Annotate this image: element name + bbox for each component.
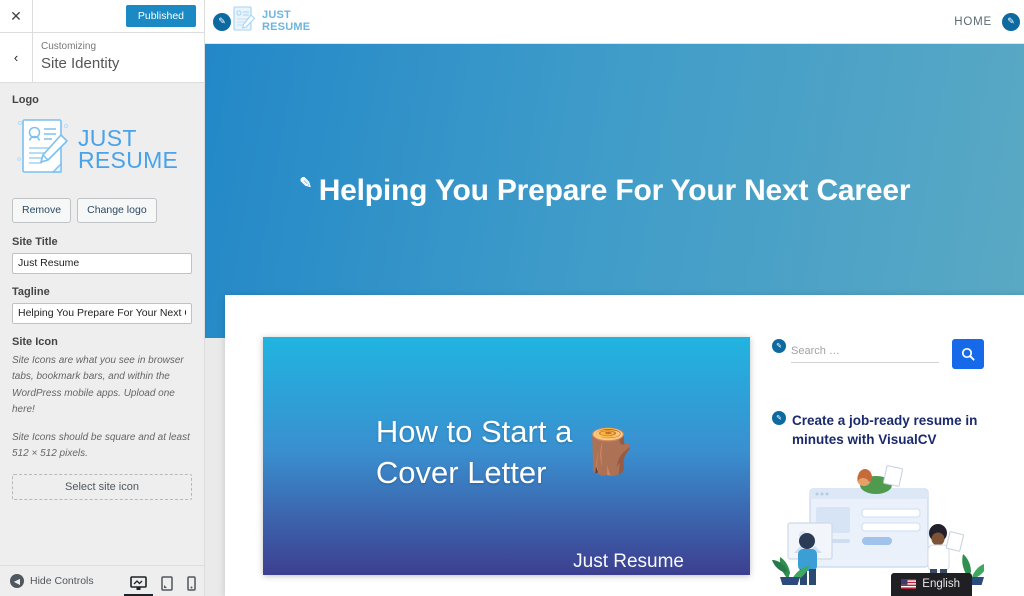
hero-headline: Helping You Prepare For Your Next Career [318, 173, 911, 207]
resume-document-icon [12, 111, 74, 188]
publish-button[interactable]: Published [125, 4, 196, 28]
customizer-panel-header: ‹ Customizing Site Identity [0, 33, 204, 83]
logo-control: Logo JUST RESUME Remove Change logo Site… [0, 83, 204, 500]
site-icon-description-1: Site Icons are what you see in browser t… [12, 354, 184, 416]
logo-label: Logo [12, 94, 39, 106]
card-inner: How to Start a Cover Letter 🪵 Just Resum… [225, 295, 1024, 588]
edit-logo-pencil-icon[interactable]: ✎ [213, 12, 231, 31]
search-input[interactable] [791, 343, 939, 363]
fire-log-emoji-icon: 🪵 [582, 428, 638, 477]
breadcrumb: Customizing [41, 41, 97, 52]
device-tablet-button[interactable] [161, 571, 173, 591]
language-label: English [922, 578, 960, 590]
tagline-control: Tagline [12, 286, 192, 324]
post-title-line-1: How to Start a [375, 414, 573, 450]
device-desktop-button[interactable] [124, 571, 153, 596]
edit-menu-pencil-icon[interactable]: ✎ [1002, 12, 1020, 31]
site-brand-wordmark: JUST RESUME [262, 8, 311, 33]
device-mobile-button[interactable] [187, 571, 196, 591]
search-icon [961, 347, 975, 361]
brand-word-just: JUST [262, 8, 291, 21]
site-navigation: HOME ✎ [954, 12, 1024, 31]
edit-promo-pencil-icon[interactable]: ✎ [772, 411, 786, 425]
site-title-input[interactable] [12, 252, 192, 274]
site-icon-control: Site Icon Site Icons are what you see in… [12, 336, 192, 500]
post-thumb-title-row: How to Start a Cover Letter 🪵 [376, 412, 637, 494]
search-input-wrapper [791, 339, 939, 363]
remove-logo-button[interactable]: Remove [12, 198, 72, 223]
widget-sidebar: ✎ ✎ Create a job-ready [772, 337, 988, 588]
logo-word-resume: RESUME [78, 146, 179, 173]
site-brand[interactable]: JUST RESUME [231, 4, 310, 39]
back-button[interactable]: ‹ [0, 33, 33, 82]
promo-widget: ✎ Create a job-ready resume in minutes w… [772, 411, 984, 449]
edit-search-pencil-icon[interactable]: ✎ [772, 339, 786, 353]
us-flag-icon [901, 579, 917, 589]
hero-section: ✎ Helping You Prepare For Your Next Care… [205, 44, 1024, 338]
tagline-label: Tagline [12, 285, 50, 298]
site-icon-description-2: Site Icons should be square and at least… [12, 431, 190, 460]
hide-controls-button[interactable]: ◀ Hide Controls [0, 574, 94, 588]
post-title-line-2: Cover Letter [375, 455, 547, 490]
page-title: Site Identity [41, 55, 120, 72]
promo-illustration [772, 461, 988, 588]
search-widget: ✎ [772, 339, 984, 369]
customizer-screen: ✕ Published ‹ Customizing Site Identity … [0, 0, 1024, 596]
hide-controls-label: Hide Controls [30, 575, 94, 587]
logo-preview: JUST RESUME [12, 111, 192, 188]
logo-wordmark: JUST RESUME [78, 126, 179, 173]
panel-header-text: Customizing Site Identity [33, 33, 119, 82]
language-selector[interactable]: English [891, 573, 972, 596]
edit-tagline-pencil-icon[interactable]: ✎ [297, 175, 315, 193]
tagline-input[interactable] [12, 302, 192, 324]
customizer-footer: ◀ Hide Controls [0, 565, 204, 596]
change-logo-button[interactable]: Change logo [77, 198, 157, 223]
customizer-sidebar: ✕ Published ‹ Customizing Site Identity … [0, 0, 205, 596]
nav-item-home[interactable]: HOME [954, 16, 992, 28]
content-card: How to Start a Cover Letter 🪵 Just Resum… [225, 295, 1024, 596]
site-title-label: Site Title [12, 235, 58, 248]
customizer-controls: Logo JUST RESUME Remove Change logo Site… [0, 83, 204, 565]
site-preview: ✎ JUST RESUME HOME ✎ ✎ Helping You Prepa… [205, 0, 1024, 596]
close-customizer-button[interactable]: ✕ [0, 0, 33, 32]
customizer-topbar: ✕ Published [0, 0, 204, 33]
post-thumb-footer: Just Resume [573, 551, 684, 572]
collapse-icon: ◀ [10, 574, 24, 588]
promo-heading: Create a job-ready resume in minutes wit… [792, 413, 978, 448]
device-preview-switcher [124, 571, 196, 596]
site-title-control: Site Title [12, 236, 192, 274]
site-icon-label: Site Icon [12, 335, 58, 348]
site-header: ✎ JUST RESUME HOME ✎ [205, 0, 1024, 44]
hero-headline-wrapper: ✎ Helping You Prepare For Your Next Care… [300, 172, 911, 210]
logo-actions: Remove Change logo [12, 198, 192, 223]
search-submit-button[interactable] [952, 339, 984, 369]
brand-word-resume: RESUME [262, 20, 311, 33]
post-featured-image[interactable]: How to Start a Cover Letter 🪵 Just Resum… [263, 337, 750, 575]
site-logo-icon [231, 4, 257, 39]
post-thumb-title: How to Start a Cover Letter [376, 412, 572, 494]
select-site-icon-button[interactable]: Select site icon [12, 473, 192, 500]
